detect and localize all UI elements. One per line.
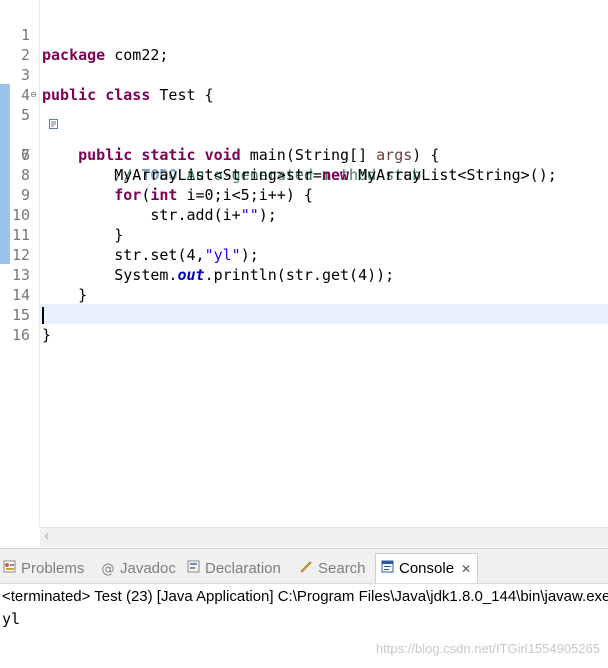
console-output[interactable]: yl xyxy=(2,609,20,629)
collapse-minus-icon[interactable]: ⊖ xyxy=(30,90,37,100)
code-line-3[interactable]: 3 public class Test { xyxy=(0,45,608,104)
tab-problems[interactable]: Problems xyxy=(2,555,84,584)
close-icon[interactable]: ✕ xyxy=(461,562,471,576)
tab-label: Search xyxy=(318,560,366,577)
horizontal-scrollbar[interactable]: ‹ xyxy=(40,527,608,547)
search-icon xyxy=(299,556,313,584)
code-line-7[interactable]: 7 MyArrayList<String>str=new MyArrayList… xyxy=(0,125,608,184)
code-lines[interactable]: 1 package com22; 2 3 public class Test {… xyxy=(0,5,608,344)
scroll-left-icon[interactable]: ‹ xyxy=(44,528,49,546)
view-tab-bar: Problems @ Javadoc Declaration Search Con… xyxy=(0,548,608,585)
code-line-11[interactable]: 11 str.set(4,"yl"); xyxy=(0,205,608,264)
console-status-text: <terminated> Test (23) [Java Application… xyxy=(2,588,608,605)
declaration-icon xyxy=(186,556,200,584)
code-line-15[interactable]: 15 } xyxy=(0,285,608,344)
code-editor[interactable]: 1 package com22; 2 3 public class Test {… xyxy=(0,0,608,527)
console-view[interactable]: <terminated> Test (23) [Java Application… xyxy=(0,583,608,668)
code-line-5[interactable]: 5 ⊖ public static void main(String[] arg… xyxy=(0,85,608,164)
code-line-4[interactable]: 4 xyxy=(0,65,608,104)
tab-label: Console xyxy=(399,560,455,577)
text-cursor xyxy=(42,307,44,324)
tab-declaration[interactable]: Declaration xyxy=(186,555,281,584)
code-line-13[interactable]: 13 } xyxy=(0,245,608,304)
code-line-6[interactable]: 6 // TODO Auto-generated method stub xyxy=(0,105,608,184)
javadoc-icon: @ xyxy=(101,562,115,577)
tab-javadoc[interactable]: @ Javadoc xyxy=(101,555,176,584)
console-icon xyxy=(380,555,394,585)
gutter-footer xyxy=(0,527,40,547)
code-line-1[interactable]: 1 package com22; xyxy=(0,5,608,64)
watermark: https://blog.csdn.net/ITGirl1554905265 xyxy=(375,641,600,656)
code-line-16[interactable]: 16 xyxy=(0,305,608,344)
tab-label: Problems xyxy=(21,560,85,577)
tab-console[interactable]: Console ✕ xyxy=(375,553,479,585)
problems-icon xyxy=(2,556,16,584)
tab-label: Declaration xyxy=(205,560,281,577)
code-line-8[interactable]: 8 for(int i=0;i<5;i++) { xyxy=(0,145,608,204)
task-marker-icon[interactable] xyxy=(1,109,59,129)
tab-label: Javadoc xyxy=(120,560,176,577)
code-line-10[interactable]: 10 } xyxy=(0,185,608,244)
code-line-14[interactable]: 14 xyxy=(0,265,608,304)
code-line-2[interactable]: 2 xyxy=(0,25,608,64)
tab-search[interactable]: Search xyxy=(299,555,366,584)
line-number: 16 xyxy=(11,326,30,344)
code-line-9[interactable]: 9 str.add(i+""); xyxy=(0,165,608,224)
code-line-12[interactable]: 12 System.out.println(str.get(4)); xyxy=(0,225,608,284)
